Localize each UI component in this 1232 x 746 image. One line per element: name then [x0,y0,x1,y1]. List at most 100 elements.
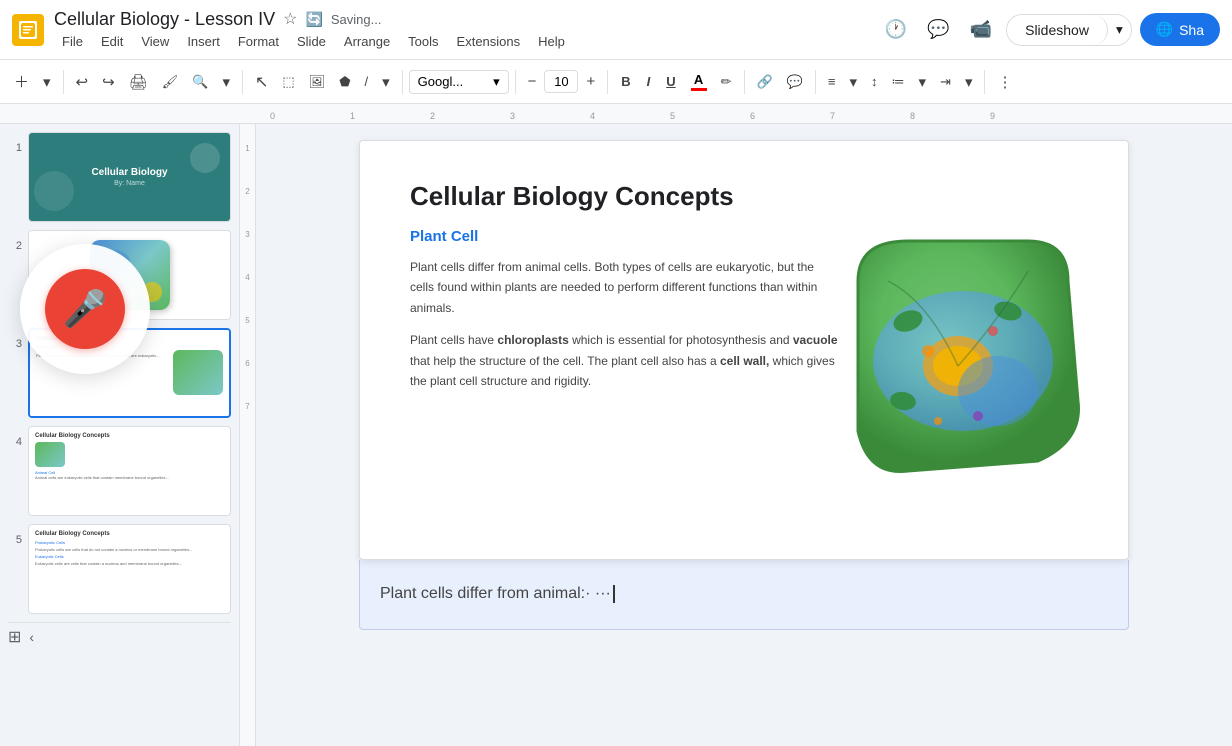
slide5-text1: Prokaryotic cells are cells that do not … [35,547,224,552]
ruler-mark: 4 [590,111,595,121]
redo-button[interactable]: ↪ [96,69,121,95]
comment-button[interactable]: 💬 [921,13,955,46]
app-icon [12,14,44,46]
slide-row-5: 5 Cellular Biology Concepts Prokaryotic … [8,524,231,614]
slide5-title: Cellular Biology Concepts [35,531,224,537]
cursor-tool-button[interactable]: ↖ [249,68,274,96]
align-button[interactable]: ≡ [822,70,842,93]
microphone-button[interactable]: 🎤 [45,269,125,349]
notes-text: Plant cells differ from animal:· ··· [380,585,615,603]
font-size-input[interactable] [544,70,578,93]
font-size-decrease-button[interactable]: − [522,69,543,94]
toolbar-separator-7 [815,70,816,94]
menu-arrange[interactable]: Arrange [336,32,398,51]
slide4-title: Cellular Biology Concepts [35,433,224,439]
saving-text: Saving... [331,12,382,27]
line-spacing-button[interactable]: ↕ [865,70,884,93]
highlight-button[interactable]: ✏ [715,70,738,94]
microphone-icon: 🎤 [63,288,108,330]
line-dropdown-button[interactable]: ▾ [376,69,396,95]
slide5-link1: Prokaryotic Cells [35,540,224,545]
menu-extensions[interactable]: Extensions [449,32,529,51]
slide3-cell-image [173,350,223,395]
menu-edit[interactable]: Edit [93,32,131,51]
slide1-subtitle: By: Name [91,180,167,187]
slideshow-dropdown-button[interactable]: ▾ [1108,15,1131,45]
ruler-mark: 5 [670,111,675,121]
toolbar-separator-2 [242,70,243,94]
align-dropdown-button[interactable]: ▾ [843,69,863,95]
add-button[interactable]: ＋ [8,67,35,96]
text-color-button[interactable]: A [685,68,713,95]
cell-svg [828,221,1098,491]
zoom-dropdown-button[interactable]: ▾ [216,69,236,95]
menu-file[interactable]: File [54,32,91,51]
comment-add-button[interactable]: 💬 [781,70,809,94]
line-button[interactable]: / [359,70,375,93]
slide-panel: 1 Cellular Biology By: Name 2 [0,124,240,746]
indent-button[interactable]: ⇥ [934,70,957,94]
menu-view[interactable]: View [133,32,177,51]
share-button[interactable]: 🌐 Sha [1140,13,1220,46]
menu-help[interactable]: Help [530,32,573,51]
camera-button[interactable]: 📹 [964,13,998,46]
print-button[interactable]: 🖨 [123,69,154,95]
menu-tools[interactable]: Tools [400,32,446,51]
zoom-button[interactable]: 🔍 [186,70,214,94]
undo-button[interactable]: ↩ [70,69,95,95]
slide-thumb-1[interactable]: Cellular Biology By: Name [28,132,231,222]
slide4-text: Animal cells are eukaryotic cells that c… [35,475,224,481]
paint-format-button[interactable]: 🖌 [156,70,185,94]
cell-image [828,221,1098,491]
italic-button[interactable]: I [640,70,658,93]
underline-button[interactable]: U [659,70,682,93]
star-icon[interactable]: ☆ [283,9,297,29]
list-button[interactable]: ≔ [886,70,911,94]
indent-dropdown-button[interactable]: ▾ [959,69,979,95]
panel-bottom-bar: ⊞ ‹ [8,622,231,651]
speaker-notes-area[interactable]: Plant cells differ from animal:· ··· [359,560,1129,630]
slide-number-3: 3 [8,338,22,350]
slide5-link2: Eukaryotic Cells [35,554,224,559]
bold-button[interactable]: B [614,70,637,93]
shape-button[interactable]: ⬟ [333,70,356,94]
list-dropdown-button[interactable]: ▾ [913,69,933,95]
slide-paragraph-1: Plant cells differ from animal cells. Bo… [410,257,840,318]
doc-title[interactable]: Cellular Biology - Lesson IV [54,9,275,30]
menu-insert[interactable]: Insert [179,32,228,51]
history-button[interactable]: 🕐 [879,13,913,46]
slide-title: Cellular Biology Concepts [410,181,1078,212]
slide-number-5: 5 [8,534,22,546]
link-button[interactable]: 🔗 [751,70,779,94]
slide-row-4: 4 Cellular Biology Concepts Animal Cell … [8,426,231,516]
add-dropdown-button[interactable]: ▾ [37,69,57,95]
slide-main[interactable]: Cellular Biology Concepts Plant Cell Pla… [359,140,1129,560]
more-button[interactable]: ⋮ [991,69,1018,95]
slide1-title: Cellular Biology [91,167,167,178]
slide-thumb-5[interactable]: Cellular Biology Concepts Prokaryotic Ce… [28,524,231,614]
titlebar-right: 🕐 💬 📹 Slideshow ▾ 🌐 Sha [879,13,1220,46]
menu-slide[interactable]: Slide [289,32,334,51]
zoom-region-button[interactable]: ⬚ [276,70,300,94]
history-icon[interactable]: 🔄 [305,11,322,28]
slide-number-2: 2 [8,240,22,252]
collapse-panel-button[interactable]: ‹ [29,629,34,645]
image-button[interactable]: 🖼 [303,70,332,94]
share-globe-icon: 🌐 [1156,21,1173,38]
menu-bar: File Edit View Insert Format Slide Arran… [54,32,573,51]
grid-view-button[interactable]: ⊞ [8,627,21,647]
slideshow-button[interactable]: Slideshow [1007,15,1108,45]
canvas-area: Cellular Biology Concepts Plant Cell Pla… [256,124,1232,746]
ruler-mark: 9 [990,111,995,121]
ruler-mark: 3 [510,111,515,121]
share-label: Sha [1179,22,1204,38]
toolbar-separator [63,70,64,94]
toolbar-separator-6 [744,70,745,94]
toolbar-separator-4 [515,70,516,94]
menu-format[interactable]: Format [230,32,287,51]
ruler-mark: 7 [830,111,835,121]
ruler-inner: 0 1 2 3 4 5 6 7 8 9 [260,104,1232,123]
slide-thumb-4[interactable]: Cellular Biology Concepts Animal Cell An… [28,426,231,516]
font-selector[interactable]: Googl... ▾ [409,70,509,94]
font-size-increase-button[interactable]: + [580,69,601,94]
